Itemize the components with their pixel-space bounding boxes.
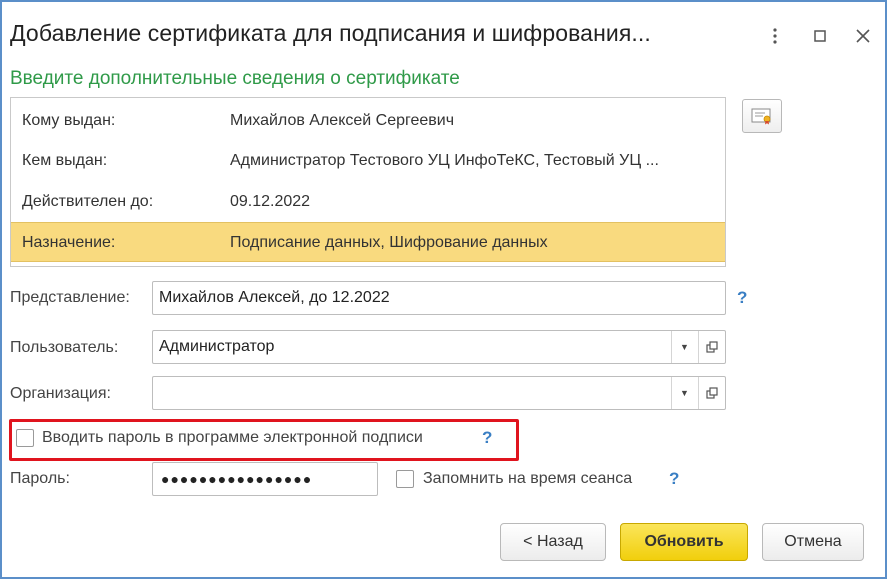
certificate-info-table: Кому выдан: Михайлов Алексей Сергеевич К… [10, 97, 726, 267]
enter-password-in-app-checkbox[interactable] [16, 429, 34, 447]
password-input[interactable]: ●●●●●●●●●●●●●●●● [152, 462, 378, 496]
info-label: Кем выдан: [22, 152, 108, 169]
open-icon[interactable] [698, 377, 724, 409]
representation-help-icon[interactable]: ? [737, 288, 747, 308]
dropdown-arrow-icon[interactable]: ▼ [671, 377, 697, 409]
remember-session-help-icon[interactable]: ? [669, 469, 679, 489]
info-value: Михайлов Алексей Сергеевич [230, 112, 455, 129]
dialog-subtitle: Введите дополнительные сведения о сертиф… [10, 68, 460, 89]
info-row-issued-to[interactable]: Кому выдан: Михайлов Алексей Сергеевич [11, 101, 725, 141]
info-label: Кому выдан: [22, 112, 116, 129]
representation-value: Михайлов Алексей, до 12.2022 [159, 289, 390, 306]
info-label: Назначение: [22, 234, 116, 251]
organization-select[interactable]: ▼ [152, 376, 726, 410]
user-value: Администратор [159, 338, 275, 355]
representation-input[interactable]: Михайлов Алексей, до 12.2022 [152, 281, 726, 315]
title-bar: Добавление сертификата для подписания и … [2, 2, 885, 66]
password-label: Пароль: [10, 470, 70, 487]
more-vertical-icon[interactable] [763, 24, 787, 48]
info-value: 09.12.2022 [230, 193, 311, 210]
info-label: Действителен до: [22, 193, 154, 210]
remember-session-checkbox[interactable] [396, 470, 414, 488]
remember-session-label[interactable]: Запомнить на время сеанса [423, 470, 632, 488]
info-row-issued-by[interactable]: Кем выдан: Администратор Тестового УЦ Ин… [11, 141, 725, 181]
open-icon[interactable] [698, 331, 724, 363]
certificate-icon [751, 108, 771, 125]
dialog-window: Добавление сертификата для подписания и … [0, 0, 887, 579]
open-certificate-button[interactable] [742, 99, 782, 133]
info-row-purpose[interactable]: Назначение: Подписание данных, Шифровани… [11, 222, 725, 262]
back-button[interactable]: < Назад [500, 523, 606, 561]
maximize-icon[interactable] [808, 24, 832, 48]
cancel-button[interactable]: Отмена [762, 523, 864, 561]
user-select[interactable]: Администратор ▼ [152, 330, 726, 364]
organization-label: Организация: [10, 385, 111, 402]
password-value: ●●●●●●●●●●●●●●●● [161, 471, 313, 487]
representation-label: Представление: [10, 289, 130, 306]
info-row-valid-until[interactable]: Действителен до: 09.12.2022 [11, 182, 725, 222]
info-value: Подписание данных, Шифрование данных [230, 234, 548, 251]
enter-password-help-icon[interactable]: ? [482, 428, 492, 448]
enter-password-in-app-label[interactable]: Вводить пароль в программе электронной п… [42, 429, 423, 447]
close-icon[interactable] [851, 24, 875, 48]
window-title: Добавление сертификата для подписания и … [10, 20, 651, 46]
update-button[interactable]: Обновить [620, 523, 748, 561]
info-value: Администратор Тестового УЦ ИнфоТеКС, Тес… [230, 152, 659, 169]
dropdown-arrow-icon[interactable]: ▼ [671, 331, 697, 363]
user-label: Пользователь: [10, 339, 119, 356]
